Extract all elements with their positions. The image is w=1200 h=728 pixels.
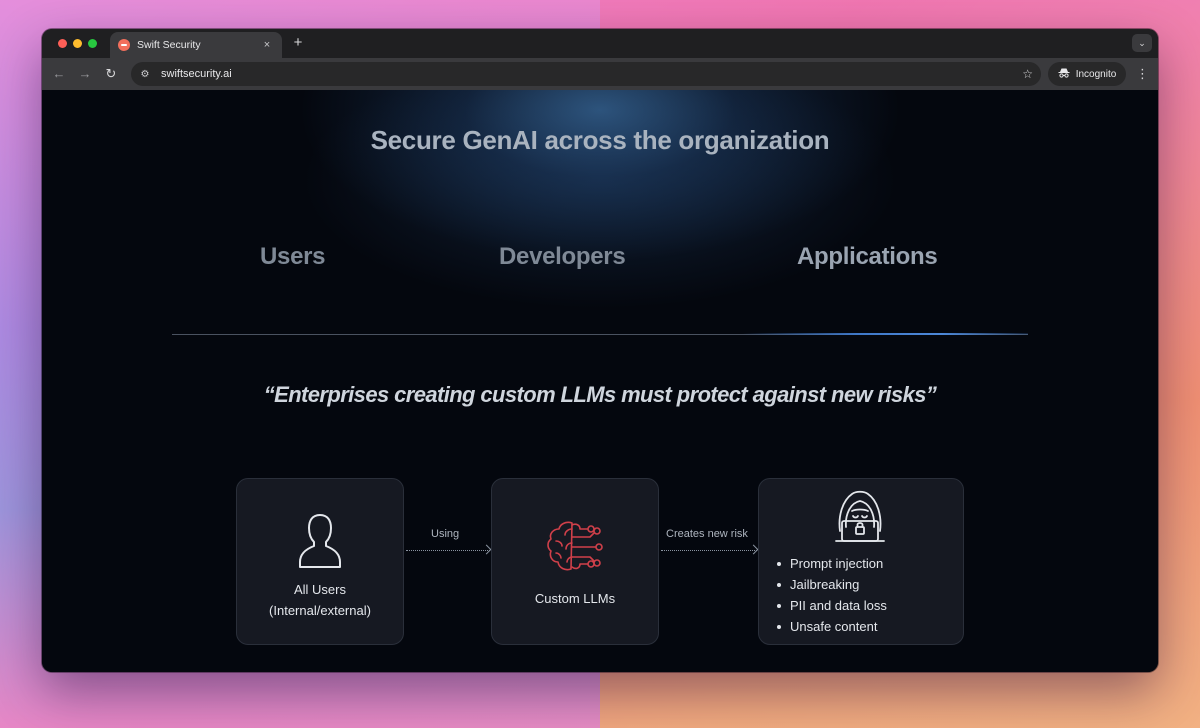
- browser-tab[interactable]: Swift Security ×: [110, 32, 282, 58]
- hacker-icon: [832, 487, 888, 550]
- incognito-icon: [1058, 68, 1070, 81]
- users-card-label: All Users (Internal/external): [237, 579, 403, 621]
- list-item: Prompt injection: [777, 553, 887, 574]
- brain-circuit-icon: [544, 517, 608, 582]
- arrow-creates-risk: [661, 544, 759, 555]
- maximize-window-button[interactable]: [88, 39, 97, 48]
- tab-search-button[interactable]: ⌄: [1132, 34, 1152, 52]
- risk-item-label: Jailbreaking: [790, 577, 860, 592]
- tab-bar: Swift Security × + ⌄: [42, 29, 1158, 58]
- segment-tabs: Users Developers Applications: [42, 243, 1158, 283]
- custom-llms-card: Custom LLMs: [491, 478, 659, 645]
- swift-favicon-icon: [118, 39, 130, 51]
- section-quote: “Enterprises creating custom LLMs must p…: [263, 382, 937, 407]
- reload-button[interactable]: ↻: [103, 66, 119, 82]
- minimize-window-button[interactable]: [73, 39, 82, 48]
- risks-card: Prompt injection Jailbreaking PII and da…: [758, 478, 964, 645]
- page-content: Secure GenAI across the organization Use…: [42, 90, 1158, 672]
- tab-users[interactable]: Users: [260, 243, 326, 271]
- arrow-right-icon: →: [78, 66, 92, 81]
- arrow-line: [406, 550, 490, 551]
- new-tab-button[interactable]: +: [290, 35, 306, 51]
- address-bar[interactable]: ⚙ swiftsecurity.ai ☆: [131, 62, 1041, 86]
- browser-toolbar: ← → ↻ ⚙ swiftsecurity.ai ☆ Incognito ⋮: [42, 58, 1158, 90]
- browser-window: Swift Security × + ⌄ ← → ↻ ⚙ swiftsecuri…: [42, 29, 1158, 672]
- close-tab-icon[interactable]: ×: [260, 39, 274, 51]
- back-button[interactable]: ←: [51, 66, 67, 82]
- arrow-using-label: Using: [431, 528, 460, 540]
- tab-applications[interactable]: Applications: [797, 243, 938, 271]
- users-card-title: All Users: [293, 582, 346, 597]
- tune-icon[interactable]: ⚙: [139, 69, 151, 80]
- risk-item-label: Prompt injection: [790, 556, 884, 571]
- bullet: [777, 561, 781, 566]
- arrow-left-icon: ←: [52, 66, 66, 81]
- users-card: All Users (Internal/external): [236, 478, 404, 645]
- forward-button[interactable]: →: [77, 66, 93, 82]
- user-silhouette-icon: [296, 512, 344, 575]
- active-tab-indicator: [742, 333, 1028, 335]
- list-item: Jailbreaking: [777, 574, 887, 595]
- risk-list: Prompt injection Jailbreaking PII and da…: [777, 553, 887, 637]
- tab-developers[interactable]: Developers: [499, 243, 626, 271]
- risk-item-label: PII and data loss: [790, 598, 887, 613]
- risk-item-label: Unsafe content: [790, 619, 878, 634]
- arrow-using: [406, 544, 492, 555]
- page-title: Secure GenAI across the organization: [370, 125, 830, 155]
- bullet: [777, 582, 781, 587]
- reload-icon: ↻: [105, 66, 117, 81]
- list-item: Unsafe content: [777, 616, 887, 637]
- users-card-subtitle: (Internal/external): [269, 603, 371, 618]
- star-icon[interactable]: ☆: [1022, 67, 1033, 81]
- bullet: [777, 624, 781, 629]
- arrow-head: [748, 544, 759, 555]
- incognito-button[interactable]: Incognito: [1048, 62, 1126, 86]
- close-window-button[interactable]: [58, 39, 67, 48]
- arrow-creates-risk-label: Creates new risk: [666, 528, 748, 540]
- arrow-head: [481, 544, 492, 555]
- list-item: PII and data loss: [777, 595, 887, 616]
- kebab-menu-icon[interactable]: ⋮: [1136, 66, 1149, 82]
- tab-title: Swift Security: [137, 39, 201, 51]
- bullet: [777, 603, 781, 608]
- chevron-down-icon: ⌄: [1138, 37, 1146, 48]
- incognito-label: Incognito: [1075, 68, 1117, 80]
- url-text[interactable]: swiftsecurity.ai: [161, 68, 1022, 80]
- arrow-line: [661, 550, 757, 551]
- custom-llms-label: Custom LLMs: [534, 591, 616, 606]
